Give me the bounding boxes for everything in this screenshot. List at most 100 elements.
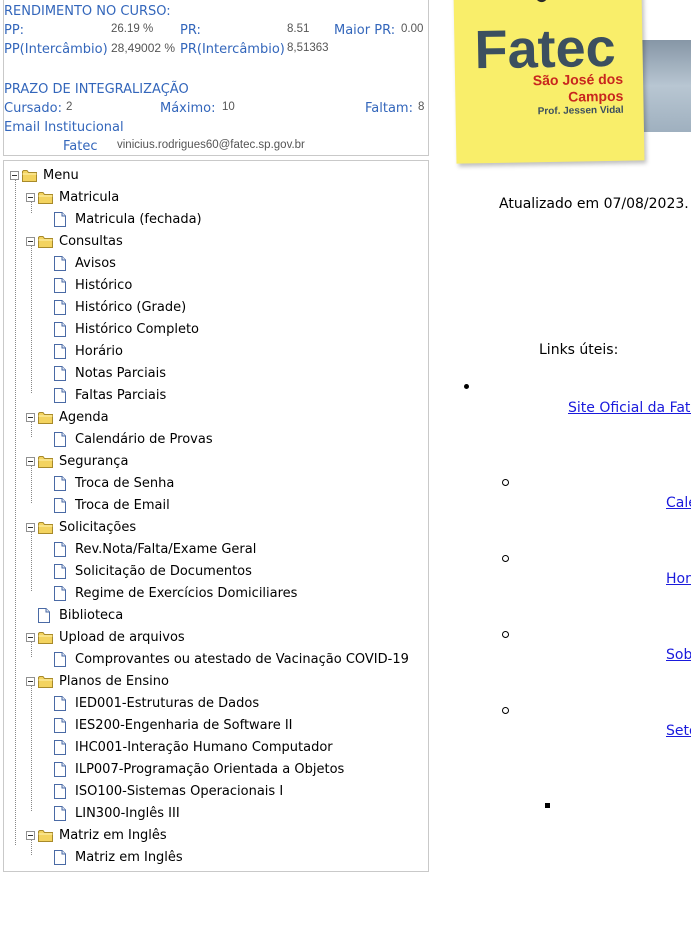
folder-open-icon [38, 191, 54, 204]
page-icon [54, 740, 66, 755]
page-icon [54, 256, 66, 271]
cursado-value: 2 [66, 101, 73, 113]
page-icon [54, 762, 66, 777]
logo-line-2: Campos [567, 87, 624, 105]
tree-link[interactable]: Matriz em Inglês [75, 850, 183, 865]
tree-label: Menu [43, 168, 79, 183]
page-icon [54, 718, 66, 733]
pr-intercambio-value: 8,51363 [287, 42, 329, 54]
logo-line-1: São José dos [532, 70, 624, 89]
bullet-circle-icon [502, 555, 509, 562]
tree-label: Solicitações [59, 520, 137, 535]
pp-value: 26.19 % [111, 23, 154, 35]
tree-link[interactable]: Faltas Parciais [75, 388, 166, 403]
page-icon [54, 850, 66, 865]
page-icon [54, 344, 66, 359]
tree-link[interactable]: Horário [75, 344, 123, 359]
page-icon [54, 432, 66, 447]
tree-link[interactable]: Troca de Email [75, 498, 170, 513]
rendimento-title: RENDIMENTO NO CURSO: [4, 4, 171, 19]
tree-link[interactable]: Histórico (Grade) [75, 300, 186, 315]
page-icon [54, 542, 66, 557]
folder-open-icon [38, 411, 54, 424]
sub-link-3[interactable]: Sob [666, 647, 691, 663]
folder-open-icon [38, 235, 54, 248]
collapse-toggle-icon[interactable] [26, 193, 35, 202]
tree-link[interactable]: IHC001-Interação Humano Computador [75, 740, 333, 755]
tree-link[interactable]: LIN300-Inglês III [75, 806, 180, 821]
collapse-toggle-icon[interactable] [26, 677, 35, 686]
email-title: Email Institucional [4, 120, 124, 135]
faltam-label: Faltam: [365, 101, 413, 116]
cursado-label: Cursado: [4, 101, 62, 116]
student-info-panel: RENDIMENTO NO CURSO: PP: 26.19 % PR: 8.5… [3, 0, 429, 156]
folder-open-icon [38, 829, 54, 842]
tree-label: Matriz em Inglês [59, 828, 167, 843]
tree-link[interactable]: Comprovantes ou atestado de Vacinação CO… [75, 652, 409, 667]
tree-label: Upload de arquivos [59, 630, 185, 645]
pp-label: PP: [4, 23, 25, 38]
site-oficial-link[interactable]: Site Oficial da Fatec [568, 400, 691, 416]
page-icon [54, 366, 66, 381]
tree-link[interactable]: Rev.Nota/Falta/Exame Geral [75, 542, 256, 557]
page-icon [54, 696, 66, 711]
pr-intercambio-label: PR(Intercâmbio) [180, 42, 285, 57]
tree-link[interactable]: Histórico Completo [75, 322, 199, 337]
menu-tree: Menu Matricula Matricula (fechada) Consu… [3, 160, 429, 872]
tree-link[interactable]: Calendário de Provas [75, 432, 213, 447]
pr-label: PR: [180, 23, 201, 38]
tree-link[interactable]: IES200-Engenharia de Software II [75, 718, 293, 733]
bullet-circle-icon [502, 631, 509, 638]
page-icon [54, 498, 66, 513]
folder-open-icon [38, 675, 54, 688]
tree-link[interactable]: Histórico [75, 278, 132, 293]
tree-link[interactable]: Avisos [75, 256, 116, 271]
sub-link-1[interactable]: Cale [666, 495, 691, 511]
collapse-toggle-icon[interactable] [26, 413, 35, 422]
page-icon [54, 388, 66, 403]
page-icon [54, 300, 66, 315]
page-icon [54, 212, 66, 227]
collapse-toggle-icon[interactable] [26, 633, 35, 642]
page-icon [38, 608, 50, 623]
tree-link[interactable]: Solicitação de Documentos [75, 564, 252, 579]
page-icon [54, 476, 66, 491]
sub-link-4[interactable]: Seto [666, 723, 691, 739]
tree-link[interactable]: Regime de Exercícios Domiciliares [75, 586, 297, 601]
tree-link[interactable]: ILP007-Programação Orientada a Objetos [75, 762, 344, 777]
tree-link[interactable]: Biblioteca [59, 608, 123, 623]
page-icon [54, 586, 66, 601]
page-icon [54, 784, 66, 799]
faltam-value: 8 [418, 101, 425, 113]
page-icon [54, 652, 66, 667]
pr-value: 8.51 [287, 23, 310, 35]
collapse-toggle-icon[interactable] [26, 457, 35, 466]
bullet-circle-icon [502, 479, 509, 486]
tree-label: Agenda [59, 410, 109, 425]
collapse-toggle-icon[interactable] [26, 523, 35, 532]
page-icon [54, 322, 66, 337]
tree-label: Consultas [59, 234, 123, 249]
page-icon [54, 278, 66, 293]
sub-link-2[interactable]: Hora [666, 571, 691, 587]
tree-link[interactable]: IED001-Estruturas de Dados [75, 696, 259, 711]
pp-intercambio-value: 28,49002 % [111, 41, 176, 55]
tree-link[interactable]: Matricula (fechada) [75, 212, 202, 227]
email-value: vinicius.rodrigues60@fatec.sp.gov.br [117, 139, 305, 151]
tree-label: Matricula [59, 190, 120, 205]
bullet-disc-icon [464, 384, 469, 389]
tree-link[interactable]: Notas Parciais [75, 366, 166, 381]
tree-link[interactable]: ISO100-Sistemas Operacionais I [75, 784, 283, 799]
page-icon [54, 806, 66, 821]
collapse-toggle-icon[interactable] [10, 171, 19, 180]
tree-link[interactable]: Troca de Senha [75, 476, 174, 491]
tree-label: Segurança [59, 454, 129, 469]
collapse-toggle-icon[interactable] [26, 237, 35, 246]
email-label: Fatec [63, 139, 98, 154]
maior-pr-label: Maior PR: [334, 23, 396, 38]
updated-text: Atualizado em 07/08/2023. [499, 196, 689, 212]
maximo-label: Máximo: [160, 101, 216, 116]
collapse-toggle-icon[interactable] [26, 831, 35, 840]
logo-line-3: Prof. Jessen Vidal [537, 104, 624, 118]
header-banner [640, 40, 691, 132]
